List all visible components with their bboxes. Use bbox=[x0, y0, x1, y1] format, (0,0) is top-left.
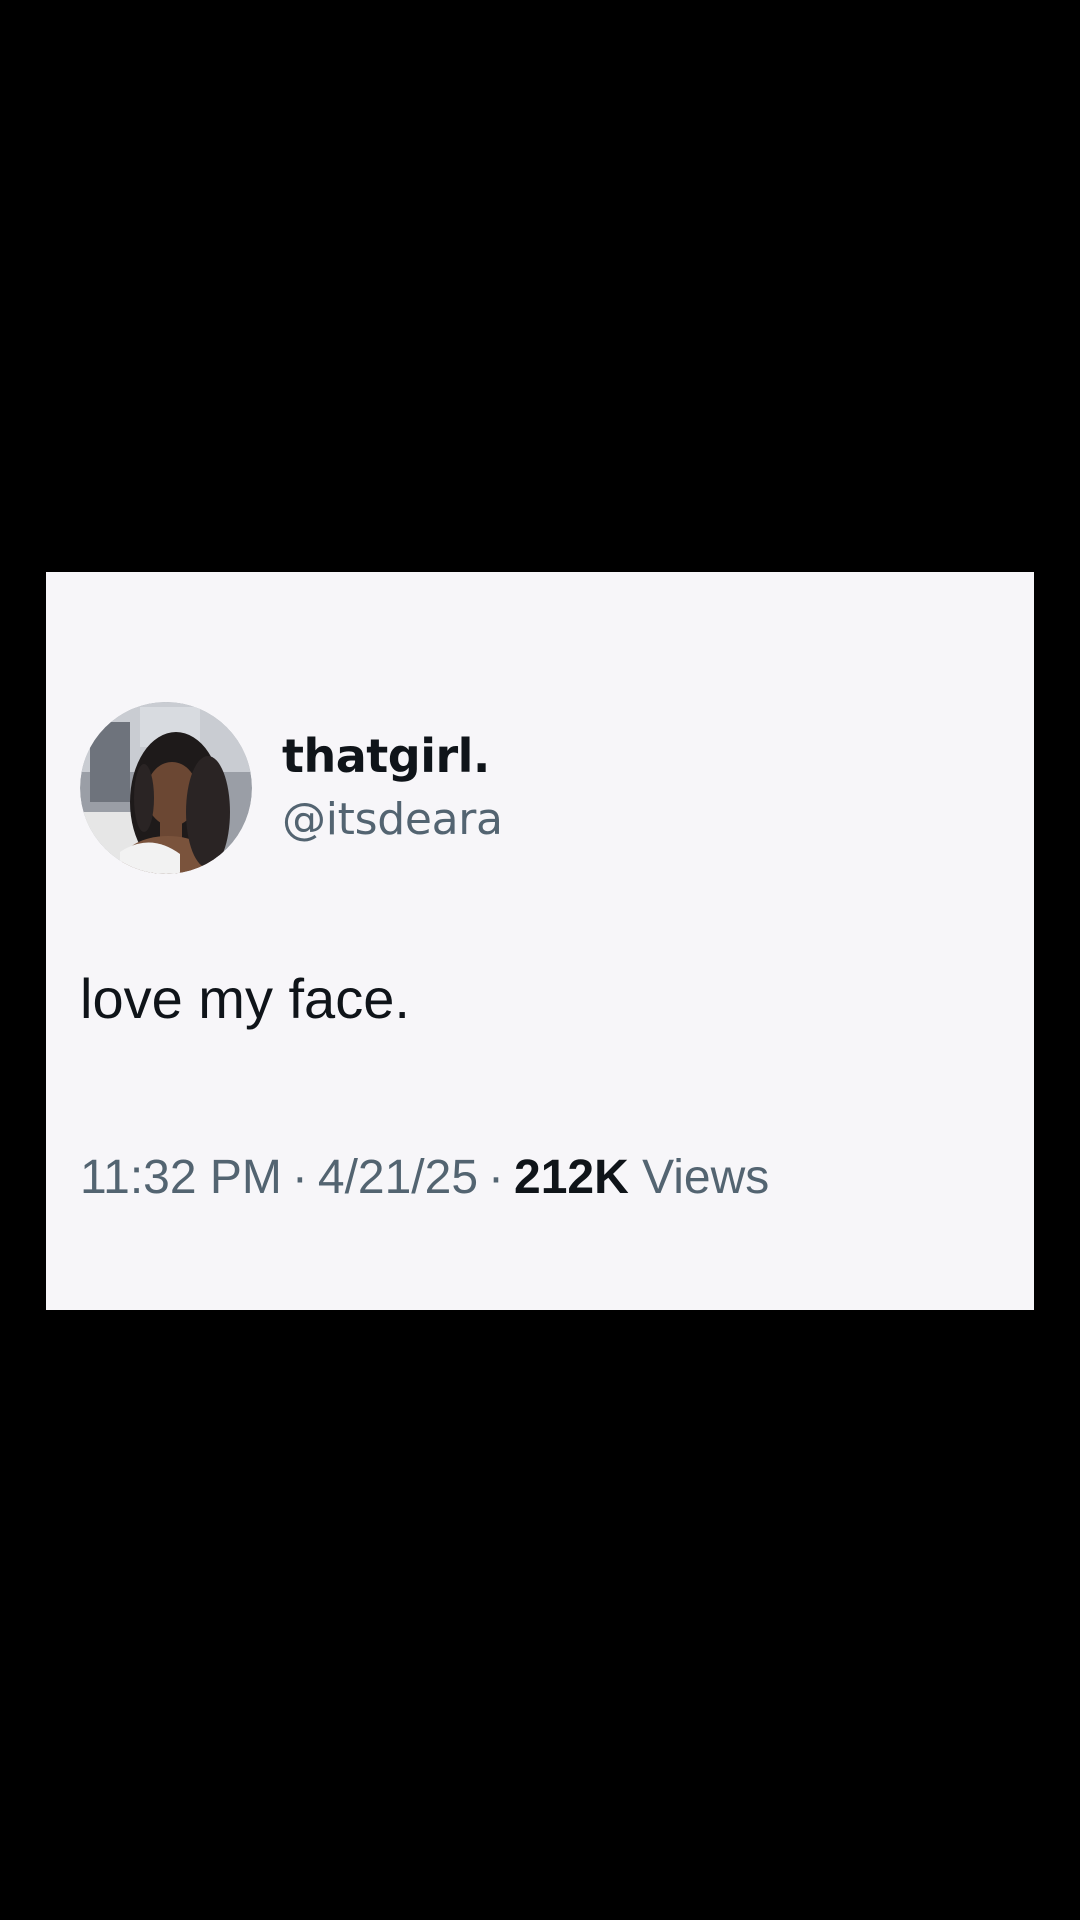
tweet-date[interactable]: 4/21/25 bbox=[318, 1151, 478, 1204]
tweet-author: thatgirl. @itsdeara bbox=[80, 702, 503, 874]
avatar-photo bbox=[80, 702, 252, 874]
meta-separator: · bbox=[291, 1151, 308, 1204]
tweet-text: love my face. bbox=[80, 967, 410, 1030]
username-handle[interactable]: @itsdeara bbox=[282, 791, 503, 849]
tweet-card[interactable]: thatgirl. @itsdeara love my face. 11:32 … bbox=[46, 572, 1034, 1310]
avatar[interactable] bbox=[80, 702, 252, 874]
views-label: Views bbox=[642, 1151, 770, 1204]
tweet-meta: 11:32 PM · 4/21/25 · 212K Views bbox=[80, 1148, 769, 1208]
views-count[interactable]: 212K bbox=[514, 1151, 629, 1204]
tweet-time[interactable]: 11:32 PM bbox=[80, 1151, 282, 1204]
display-name[interactable]: thatgirl. bbox=[282, 727, 503, 785]
meta-separator: · bbox=[488, 1151, 505, 1204]
